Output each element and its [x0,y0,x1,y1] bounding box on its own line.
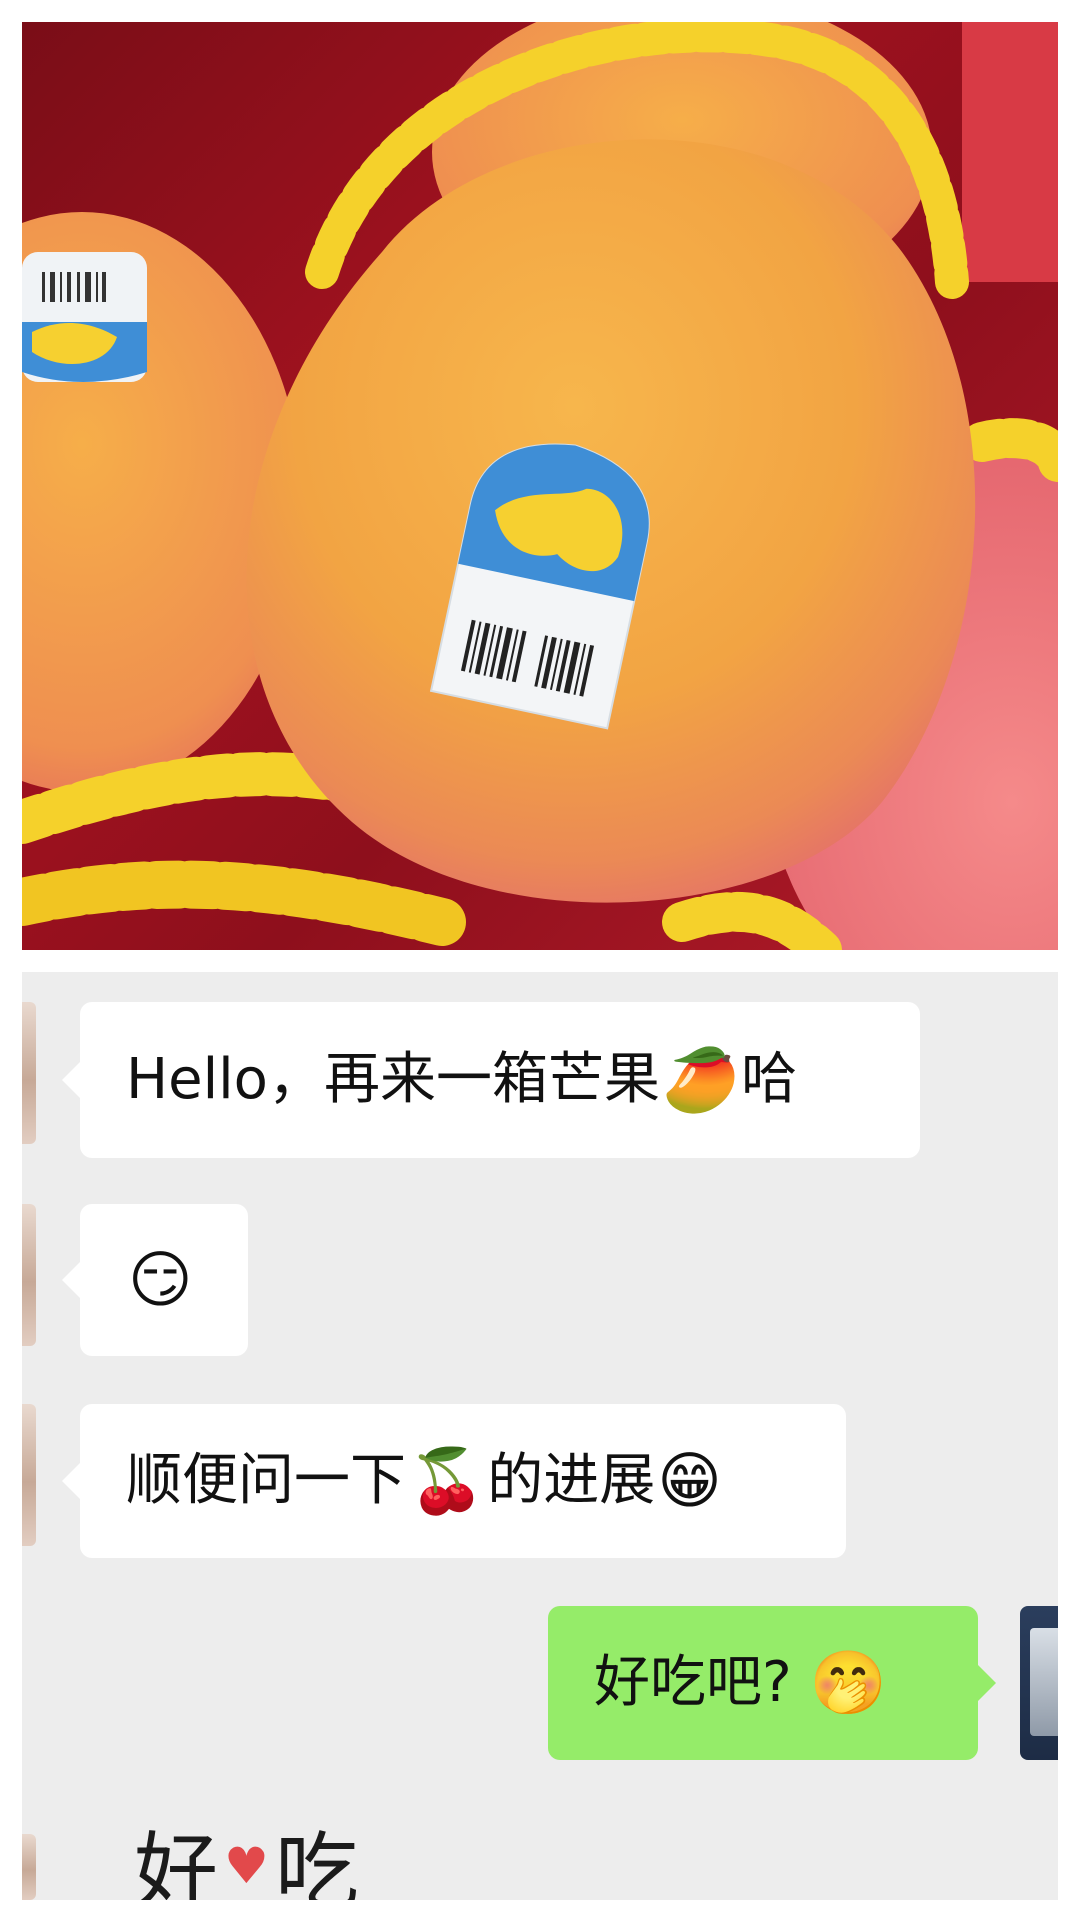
contact-avatar[interactable] [22,1404,36,1546]
contact-avatar[interactable] [22,1002,36,1144]
message-text-tail: 哈 [741,1047,798,1112]
mango-emoji-icon: 🥭 [661,1043,740,1116]
haochi-sticker[interactable]: 好♥吃 [134,1830,361,1900]
mango-photo[interactable] [22,22,1058,950]
chat-area[interactable]: Hello，再来一箱芒果 🥭 哈 😏 顺便问一下 🍒 的进展 😁 好吃吧? 🤭 … [22,972,1058,1900]
contact-avatar[interactable] [22,1834,36,1900]
contact-avatar[interactable] [22,1204,36,1346]
message-bubble-incoming[interactable]: 顺便问一下 🍒 的进展 😁 [62,1404,846,1558]
sticker-text-left: 好 [134,1823,221,1900]
message-bubble-outgoing[interactable]: 好吃吧? 🤭 [548,1606,996,1760]
hand-over-mouth-emoji-icon: 🤭 [809,1646,887,1719]
smirk-emoji-icon: 😏 [128,1243,193,1316]
heart-icon: ♥ [224,1837,271,1895]
message-text: 顺便问一下 [126,1448,406,1513]
mango-illustration [22,22,1058,950]
message-text-tail: 的进展 [487,1448,656,1513]
message-text: Hello，再来一箱芒果 [126,1047,660,1112]
grin-emoji-icon: 😁 [657,1444,722,1517]
left-sticker [22,252,147,382]
cherry-emoji-icon: 🍒 [408,1444,486,1517]
message-text: 好吃吧? [594,1650,792,1715]
my-avatar[interactable] [1020,1606,1058,1760]
message-bubble-incoming[interactable]: 😏 [62,1204,248,1356]
sticker-text-right: 吃 [274,1823,361,1900]
message-bubble-incoming[interactable]: Hello，再来一箱芒果 🥭 哈 [62,1002,920,1158]
